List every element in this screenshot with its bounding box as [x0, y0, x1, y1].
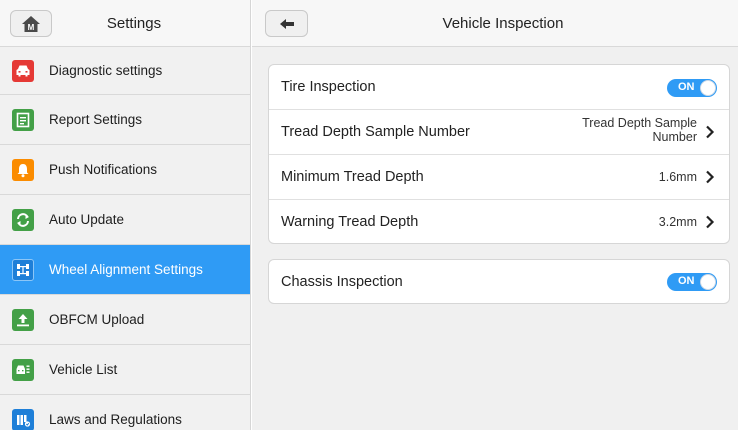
row-label: Warning Tread Depth [281, 214, 419, 230]
chevron-right-icon [706, 170, 715, 184]
toggle-knob [700, 80, 716, 96]
row-label: Chassis Inspection [281, 274, 403, 290]
sidebar-item-label: Auto Update [49, 212, 125, 227]
toggle-knob [700, 274, 716, 290]
sidebar-item-vehicle-list[interactable]: Vehicle List [0, 345, 250, 395]
sidebar-item-laws-and-regulations[interactable]: Laws and Regulations [0, 395, 250, 430]
sidebar-item-diagnostic-settings[interactable]: Diagnostic settings [0, 47, 250, 95]
report-icon [12, 108, 34, 131]
sidebar-item-label: Diagnostic settings [49, 63, 163, 78]
regulations-icon [12, 408, 34, 430]
sidebar-item-label: OBFCM Upload [49, 312, 145, 327]
row-label: Minimum Tread Depth [281, 169, 424, 185]
toggle-label: ON [678, 81, 695, 93]
minimum-tread-depth-row[interactable]: Minimum Tread Depth 1.6mm [269, 155, 729, 200]
sidebar: M Settings Diagnostic settings Report Se… [0, 0, 251, 430]
chassis-inspection-toggle[interactable]: ON [667, 273, 717, 291]
bell-icon [12, 158, 34, 181]
car-icon [12, 59, 34, 82]
tire-inspection-toggle[interactable]: ON [667, 79, 717, 97]
toggle-label: ON [678, 275, 695, 287]
sidebar-item-label: Report Settings [49, 112, 143, 127]
chevron-right-icon [706, 215, 715, 229]
warning-tread-depth-row[interactable]: Warning Tread Depth 3.2mm [269, 200, 729, 245]
tire-inspection-row: Tire Inspection ON [269, 65, 729, 110]
sidebar-item-label: Wheel Alignment Settings [49, 262, 203, 277]
page-title: Vehicle Inspection [442, 15, 564, 32]
row-label: Tire Inspection [281, 79, 376, 95]
tread-depth-sample-number-row[interactable]: Tread Depth Sample Number Tread Depth Sa… [269, 110, 729, 155]
sidebar-item-report-settings[interactable]: Report Settings [0, 95, 250, 145]
row-label: Tread Depth Sample Number [281, 124, 470, 140]
sidebar-item-obfcm-upload[interactable]: OBFCM Upload [0, 295, 250, 345]
refresh-icon [12, 208, 34, 231]
value-line-1: Tread Depth Sample [582, 116, 697, 130]
upload-icon [12, 308, 34, 331]
sidebar-item-wheel-alignment-settings[interactable]: Wheel Alignment Settings [0, 245, 250, 295]
value-line-2: Number [652, 130, 697, 144]
sidebar-item-auto-update[interactable]: Auto Update [0, 195, 250, 245]
tire-inspection-card: Tire Inspection ON Tread Depth Sample Nu… [268, 64, 730, 244]
alignment-icon [12, 258, 34, 281]
main-header: Vehicle Inspection [252, 0, 738, 47]
chassis-inspection-row: Chassis Inspection ON [269, 260, 729, 303]
sidebar-item-label: Laws and Regulations [49, 412, 182, 427]
row-value: 1.6mm [658, 170, 697, 184]
main-content: Tire Inspection ON Tread Depth Sample Nu… [252, 47, 738, 430]
sidebar-title: Settings [106, 15, 162, 32]
vehicle-list-icon [12, 358, 34, 381]
sidebar-item-label: Vehicle List [49, 362, 118, 377]
sidebar-header: M Settings [0, 0, 250, 47]
row-value: Tread Depth Sample Number [582, 116, 697, 144]
sidebar-item-push-notifications[interactable]: Push Notifications [0, 145, 250, 195]
chassis-inspection-card: Chassis Inspection ON [268, 259, 730, 304]
sidebar-item-label: Push Notifications [49, 162, 158, 177]
row-value: 3.2mm [658, 215, 697, 229]
chevron-right-icon [706, 125, 715, 139]
